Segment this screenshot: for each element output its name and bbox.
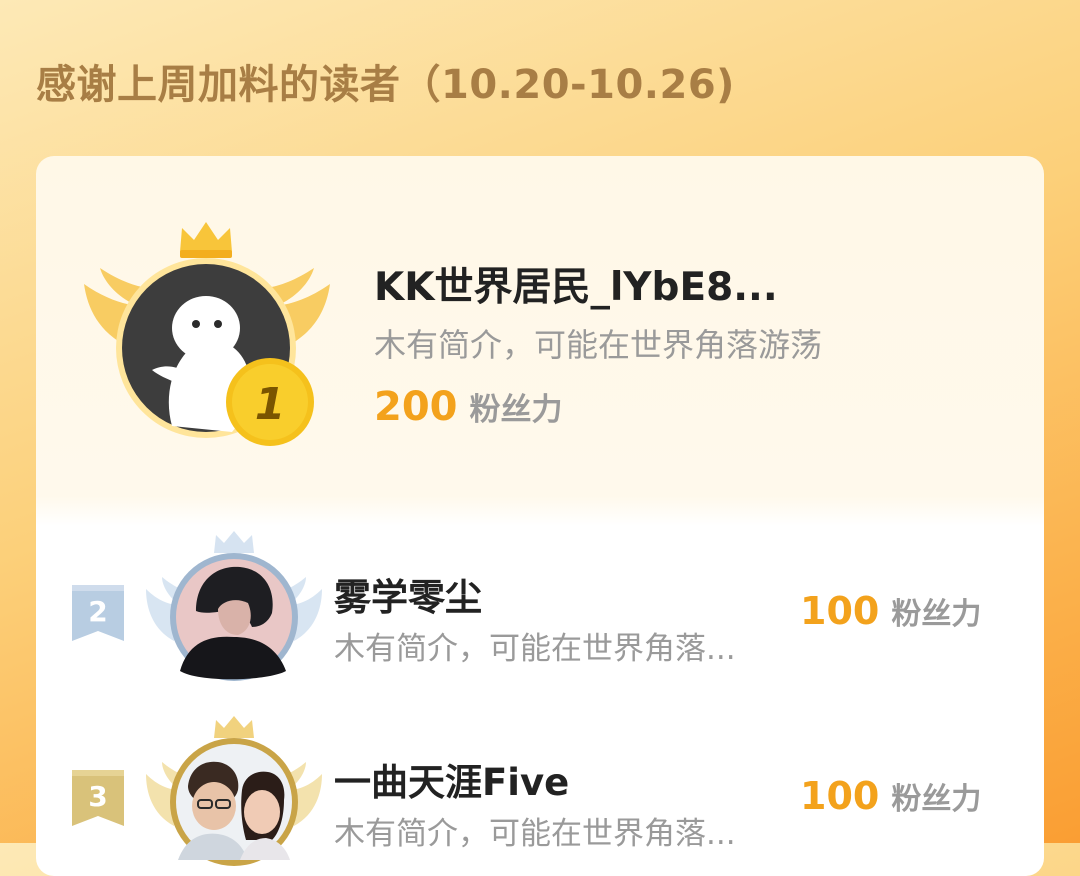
reader-bio: 木有简介，可能在世界角落游荡	[374, 326, 823, 364]
score-unit: 粉丝力	[891, 597, 982, 632]
reader-name[interactable]: 雾学零尘	[334, 567, 482, 621]
avatar-badge[interactable]	[144, 531, 324, 691]
rank-flag-icon: 2	[72, 585, 124, 641]
score-value: 100	[800, 774, 880, 818]
avatar-photo	[178, 761, 290, 860]
top-avatar-badge[interactable]: 1	[82, 220, 332, 456]
score-unit: 粉丝力	[469, 392, 563, 428]
crown-icon	[214, 716, 254, 738]
fan-power-score: 200 粉丝力	[374, 384, 563, 430]
score-unit: 粉丝力	[891, 782, 982, 817]
score-value: 100	[800, 589, 880, 633]
rank-number: 1	[255, 379, 286, 430]
page-title: 感谢上周加料的读者（10.20-10.26)	[36, 62, 735, 108]
reader-bio: 木有简介，可能在世界角落...	[334, 816, 736, 852]
fan-power-score: 100 粉丝力	[800, 774, 981, 818]
reader-name[interactable]: KK世界居民_lYbE8...	[374, 256, 778, 312]
reader-bio: 木有简介，可能在世界角落...	[334, 631, 736, 667]
fan-power-score: 100 粉丝力	[800, 589, 981, 633]
rank-number: 3	[88, 780, 107, 813]
rank-number: 2	[88, 595, 107, 628]
leaderboard-entry-1[interactable]: 1 KK世界居民_lYbE8... 木有简介，可能在世界角落游荡 200 粉丝力	[36, 156, 1044, 518]
leaderboard-entry-2[interactable]: 2 雾学零尘 木有简介，可能在世界角落... 100 粉丝力	[36, 531, 1044, 701]
avatar-badge[interactable]	[144, 716, 324, 876]
leaderboard-entry-3[interactable]: 3 一曲天涯Five 木有简介，可能在世界角落... 100 粉丝力	[36, 716, 1044, 876]
reader-name[interactable]: 一曲天涯Five	[334, 752, 569, 806]
crown-icon	[180, 222, 232, 258]
medal-icon: 1	[226, 358, 314, 446]
rank-flag-icon: 3	[72, 770, 124, 826]
crown-icon	[214, 531, 254, 553]
leaderboard-card: 1 KK世界居民_lYbE8... 木有简介，可能在世界角落游荡 200 粉丝力 …	[36, 156, 1044, 876]
score-value: 200	[374, 384, 458, 430]
